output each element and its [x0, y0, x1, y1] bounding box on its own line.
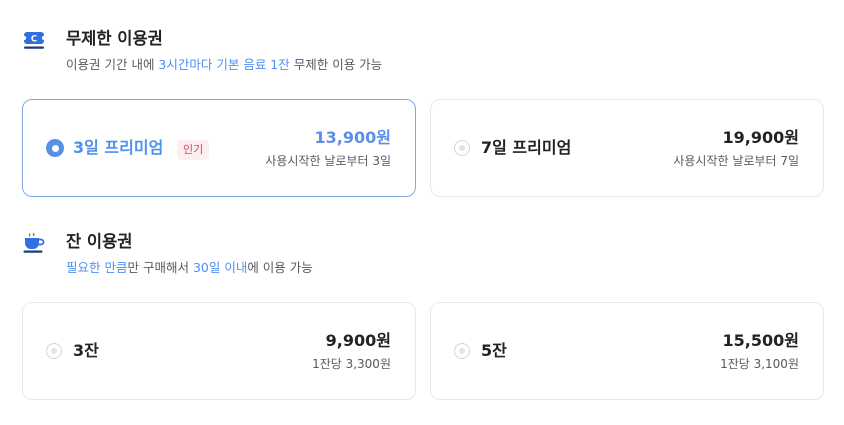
plan-note: 1잔당 3,100원: [720, 357, 799, 371]
plan-note: 1잔당 3,300원: [312, 357, 391, 371]
plan-note: 사용시작한 날로부터 3일: [265, 154, 391, 168]
unlimited-section-subtitle: 이용권 기간 내에 3시간마다 기본 음료 1잔 무제한 이용 가능: [66, 57, 383, 72]
plan-name: 5잔: [481, 341, 507, 360]
radio-selected-icon[interactable]: [46, 139, 64, 157]
ticket-icon: C: [22, 32, 46, 49]
plan-card-3day-premium[interactable]: 3일 프리미엄 인기 13,900원 사용시작한 날로부터 3일: [22, 99, 416, 197]
radio-unselected-icon[interactable]: [454, 343, 470, 359]
unlimited-section-header: C 무제한 이용권 이용권 기간 내에 3시간마다 기본 음료 1잔 무제한 이…: [22, 28, 622, 78]
radio-unselected-icon[interactable]: [454, 140, 470, 156]
plan-price: 15,500원: [722, 331, 799, 350]
plan-name: 7일 프리미엄: [481, 138, 572, 157]
cup-section-header: 잔 이용권 필요한 만큼만 구매해서 30일 이내에 이용 가능: [22, 231, 622, 281]
plan-note: 사용시작한 날로부터 7일: [673, 154, 799, 168]
unlimited-section-title: 무제한 이용권: [66, 29, 163, 48]
cup-section-title: 잔 이용권: [66, 232, 133, 251]
coffee-cup-icon: [23, 232, 45, 253]
radio-unselected-icon[interactable]: [46, 343, 62, 359]
cup-section-subtitle: 필요한 만큼만 구매해서 30일 이내에 이용 가능: [66, 260, 313, 275]
svg-text:C: C: [31, 35, 37, 45]
plan-card-3-cups[interactable]: 3잔 9,900원 1잔당 3,300원: [22, 302, 416, 400]
plan-price: 13,900원: [314, 128, 391, 147]
plan-card-5-cups[interactable]: 5잔 15,500원 1잔당 3,100원: [430, 302, 824, 400]
plan-price: 9,900원: [325, 331, 391, 350]
plan-name: 3일 프리미엄: [73, 138, 164, 157]
plan-card-7day-premium[interactable]: 7일 프리미엄 19,900원 사용시작한 날로부터 7일: [430, 99, 824, 197]
plan-name: 3잔: [73, 341, 99, 360]
popular-badge: 인기: [177, 140, 210, 160]
plan-price: 19,900원: [722, 128, 799, 147]
